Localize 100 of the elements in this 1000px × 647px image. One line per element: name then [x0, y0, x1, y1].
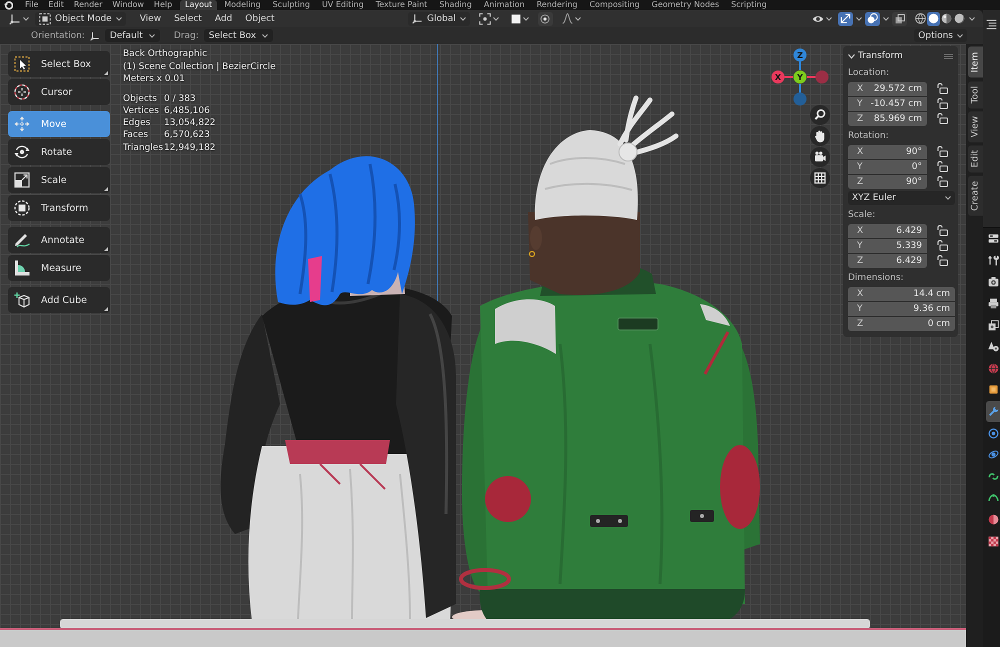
open-padlock-icon[interactable] — [937, 240, 948, 251]
workspace-tab[interactable]: Modeling — [219, 0, 266, 10]
ring-logo-icon[interactable] — [4, 0, 13, 10]
menu-item[interactable]: Object — [240, 12, 280, 26]
caret-icon — [116, 16, 122, 20]
number-field[interactable]: Z 85.969 cm — [848, 112, 927, 126]
gizmo-toggle[interactable] — [838, 12, 853, 26]
open-padlock-icon[interactable] — [937, 255, 948, 266]
menu-item[interactable]: View — [134, 12, 166, 26]
number-field[interactable]: Z 90° — [848, 174, 927, 188]
number-field[interactable]: Z 0 cm — [848, 316, 955, 330]
menu-item[interactable]: File — [21, 0, 42, 10]
tool-button[interactable]: Scale — [8, 167, 110, 193]
section-label: Rotation: — [848, 131, 890, 142]
sidebar-tab[interactable]: Item — [968, 47, 983, 78]
workspace-tab[interactable]: Rendering — [532, 0, 582, 10]
sidebar-tab[interactable]: Create — [968, 176, 983, 216]
number-field[interactable]: X 90° — [848, 144, 927, 158]
options-dropdown[interactable]: Options — [914, 29, 967, 42]
camera-icon — [988, 276, 998, 288]
workspace-tab[interactable]: Texture Paint — [370, 0, 432, 10]
globe-icon — [988, 362, 998, 374]
shading-mode-button[interactable] — [914, 12, 927, 26]
number-field[interactable]: Y -10.457 cm — [848, 96, 927, 110]
resize-squares-icon — [14, 172, 30, 188]
workspace-tab[interactable]: Scripting — [726, 0, 772, 10]
number-field[interactable]: Z 6.429 — [848, 254, 927, 268]
overlay-toggle[interactable] — [865, 12, 880, 26]
magnifier-icon[interactable] — [810, 105, 830, 125]
tool-button[interactable]: Measure — [8, 255, 110, 281]
mode-dropdown[interactable]: Object Mode — [35, 12, 126, 26]
ruler-angle-icon — [14, 260, 30, 276]
chevron-down-icon[interactable] — [848, 54, 855, 58]
tool-button[interactable]: Cursor — [8, 79, 110, 105]
tool-button[interactable]: Rotate — [8, 139, 110, 165]
workspace-tab[interactable]: Sculpting — [268, 0, 315, 10]
shading-mode-button[interactable] — [927, 12, 940, 26]
stat-value: 12,949,182 — [164, 142, 217, 154]
sidebar-tab[interactable]: Edit — [968, 145, 983, 173]
number-field[interactable]: Y 5.339 — [848, 238, 927, 252]
cube-plus-icon — [14, 292, 30, 308]
number-field[interactable]: X 6.429 — [848, 224, 927, 238]
open-padlock-icon[interactable] — [937, 83, 948, 94]
number-field[interactable]: X 29.572 cm — [848, 82, 927, 96]
axis-handle[interactable] — [807, 70, 828, 84]
overlapping-circles-icon — [867, 13, 878, 24]
drag-handle-icon[interactable] — [944, 54, 953, 58]
solid-sphere-icon — [928, 13, 939, 24]
stacked-photos-icon — [988, 320, 998, 331]
pen-squiggle-icon — [14, 232, 30, 248]
number-field[interactable]: Y 0° — [848, 160, 927, 174]
open-padlock-icon[interactable] — [937, 225, 948, 236]
axis-handle[interactable] — [794, 84, 806, 106]
list-icon[interactable] — [986, 19, 997, 30]
view-info-text: Back Orthographic — [123, 48, 208, 60]
orientation-dropdown[interactable]: Default — [104, 29, 160, 42]
camera-icon[interactable] — [810, 147, 830, 167]
wireframe-sphere-icon — [915, 13, 926, 24]
shading-mode-button[interactable] — [953, 12, 966, 26]
tool-button[interactable]: Annotate — [8, 227, 110, 253]
menu-item[interactable]: Window — [108, 0, 148, 10]
sidebar-tab[interactable]: View — [968, 110, 983, 142]
view-info-text: (1) Scene Collection | BezierCircle — [123, 60, 276, 73]
tool-button[interactable]: Transform — [8, 195, 110, 221]
cone-sphere-icon — [988, 341, 998, 352]
workspace-tab[interactable]: Geometry Nodes — [646, 0, 724, 10]
open-padlock-icon[interactable] — [937, 146, 948, 157]
menu-item[interactable]: Edit — [44, 0, 68, 10]
workspace-tab[interactable]: Layout — [180, 0, 218, 10]
open-padlock-icon[interactable] — [937, 161, 948, 172]
tool-button[interactable]: Add Cube — [8, 287, 110, 313]
menu-item[interactable]: Help — [150, 0, 176, 10]
workspace-tab[interactable]: Shading — [434, 0, 477, 10]
crosshair-icon — [14, 84, 30, 100]
xray-toggle[interactable] — [892, 12, 907, 26]
number-field[interactable]: Y 9.36 cm — [848, 302, 955, 316]
menu-item[interactable]: Select — [169, 12, 207, 26]
axis-handle[interactable]: Y — [794, 70, 806, 84]
sidebar-tab[interactable]: Tool — [968, 80, 983, 108]
menu-item[interactable]: Render — [70, 0, 106, 10]
proportional-editing-button[interactable] — [538, 12, 553, 26]
open-padlock-icon[interactable] — [937, 176, 948, 187]
menu-item[interactable]: Add — [210, 12, 238, 26]
workspace-tab[interactable]: Compositing — [584, 0, 645, 10]
open-padlock-icon[interactable] — [937, 113, 948, 124]
hand-icon[interactable] — [810, 126, 830, 146]
axes-icon — [412, 13, 423, 24]
drag-dropdown[interactable]: Select Box — [204, 29, 274, 42]
orientation-dropdown[interactable]: Global — [408, 12, 470, 26]
open-padlock-icon[interactable] — [937, 98, 948, 109]
rotation-mode-dropdown[interactable]: XYZ Euler — [848, 191, 955, 205]
axes-icon — [9, 12, 21, 24]
tool-button[interactable]: Select Box — [8, 51, 110, 77]
properties-tab[interactable] — [986, 400, 1000, 422]
workspace-tab[interactable]: UV Editing — [316, 0, 369, 10]
grid-icon[interactable] — [810, 168, 830, 188]
caret-icon — [574, 16, 581, 20]
workspace-tab[interactable]: Animation — [478, 0, 530, 10]
number-field[interactable]: X 14.4 cm — [848, 286, 955, 300]
shading-mode-button[interactable] — [940, 12, 953, 26]
